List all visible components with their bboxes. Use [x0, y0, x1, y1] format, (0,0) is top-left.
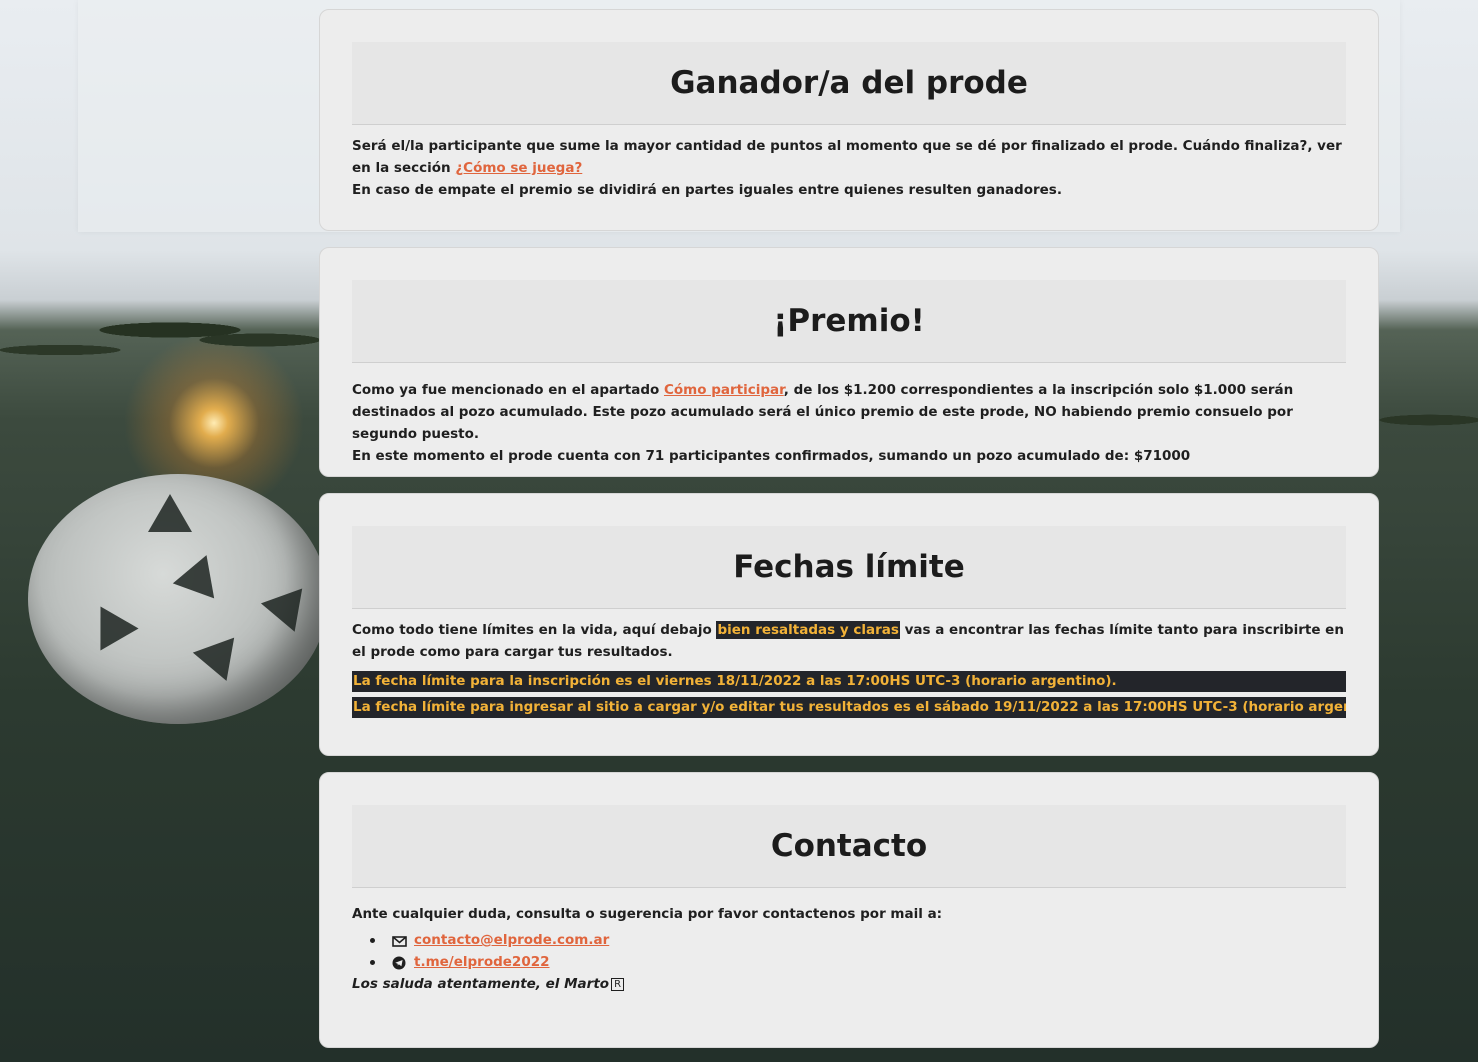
contact-item-email: contacto@elprode.com.ar	[370, 929, 1346, 951]
card-body: Será el/la participante que sume la mayo…	[352, 125, 1346, 201]
prize-card: ¡Premio! Como ya fue mencionado en el ap…	[319, 247, 1379, 477]
soccer-ball-image	[28, 474, 328, 724]
how-to-play-link[interactable]: ¿Cómo se juega?	[455, 160, 582, 176]
card-header: Ganador/a del prode	[352, 42, 1346, 125]
telegram-icon	[392, 955, 407, 970]
ball-pattern	[260, 574, 320, 632]
telegram-link[interactable]: t.me/elprode2022	[414, 954, 550, 970]
signature-text: Los saluda atentamente, el Marto	[352, 976, 610, 992]
card-body: Ante cualquier duda, consulta o sugerenc…	[352, 888, 1346, 995]
card-header: Contacto	[352, 805, 1346, 888]
registration-deadline: La fecha límite para la inscripción es e…	[352, 671, 1346, 692]
winner-card: Ganador/a del prode Será el/la participa…	[319, 9, 1379, 231]
ball-pattern	[172, 547, 228, 599]
tie-paragraph: En caso de empate el premio se dividirá …	[352, 182, 1062, 198]
prize-text: Como ya fue mencionado en el apartado	[352, 382, 664, 398]
contact-intro: Ante cualquier duda, consulta o sugerenc…	[352, 906, 943, 922]
card-title: Contacto	[770, 828, 928, 864]
deadlines-card: Fechas límite Como todo tiene límites en…	[319, 493, 1379, 756]
ball-pattern	[81, 595, 139, 651]
card-body: Como ya fue mencionado en el apartado Có…	[352, 363, 1346, 467]
registered-badge: R	[611, 978, 625, 991]
pool-paragraph: En este momento el prode cuenta con 71 p…	[352, 448, 1191, 464]
ball-pattern	[192, 637, 248, 689]
contact-card: Contacto Ante cualquier duda, consulta o…	[319, 772, 1379, 1048]
content-column: Ganador/a del prode Será el/la participa…	[319, 9, 1379, 1062]
card-header: ¡Premio!	[352, 280, 1346, 363]
card-body: Como todo tiene límites en la vida, aquí…	[352, 609, 1346, 718]
envelope-icon	[392, 933, 407, 947]
deadlines-text: Como todo tiene límites en la vida, aquí…	[352, 622, 717, 638]
deadlines-intro: Como todo tiene límites en la vida, aquí…	[352, 619, 1346, 663]
signature: Los saluda atentamente, el Marto R	[352, 973, 1346, 995]
card-title: Ganador/a del prode	[670, 65, 1028, 101]
ball-pattern	[148, 494, 192, 532]
email-link[interactable]: contacto@elprode.com.ar	[414, 932, 609, 948]
card-title: Fechas límite	[733, 549, 965, 585]
highlighted-text: bien resaltadas y claras	[716, 621, 900, 639]
results-deadline: La fecha límite para ingresar al sitio a…	[352, 697, 1346, 718]
winner-paragraph: Será el/la participante que sume la mayo…	[352, 135, 1346, 179]
contact-list: contacto@elprode.com.ar t.me/elprode2022	[352, 929, 1346, 973]
prize-paragraph: Como ya fue mencionado en el apartado Có…	[352, 379, 1346, 445]
card-header: Fechas límite	[352, 526, 1346, 609]
how-to-participate-link[interactable]: Cómo participar	[664, 382, 784, 398]
contact-item-telegram: t.me/elprode2022	[370, 951, 1346, 973]
card-title: ¡Premio!	[773, 303, 925, 339]
